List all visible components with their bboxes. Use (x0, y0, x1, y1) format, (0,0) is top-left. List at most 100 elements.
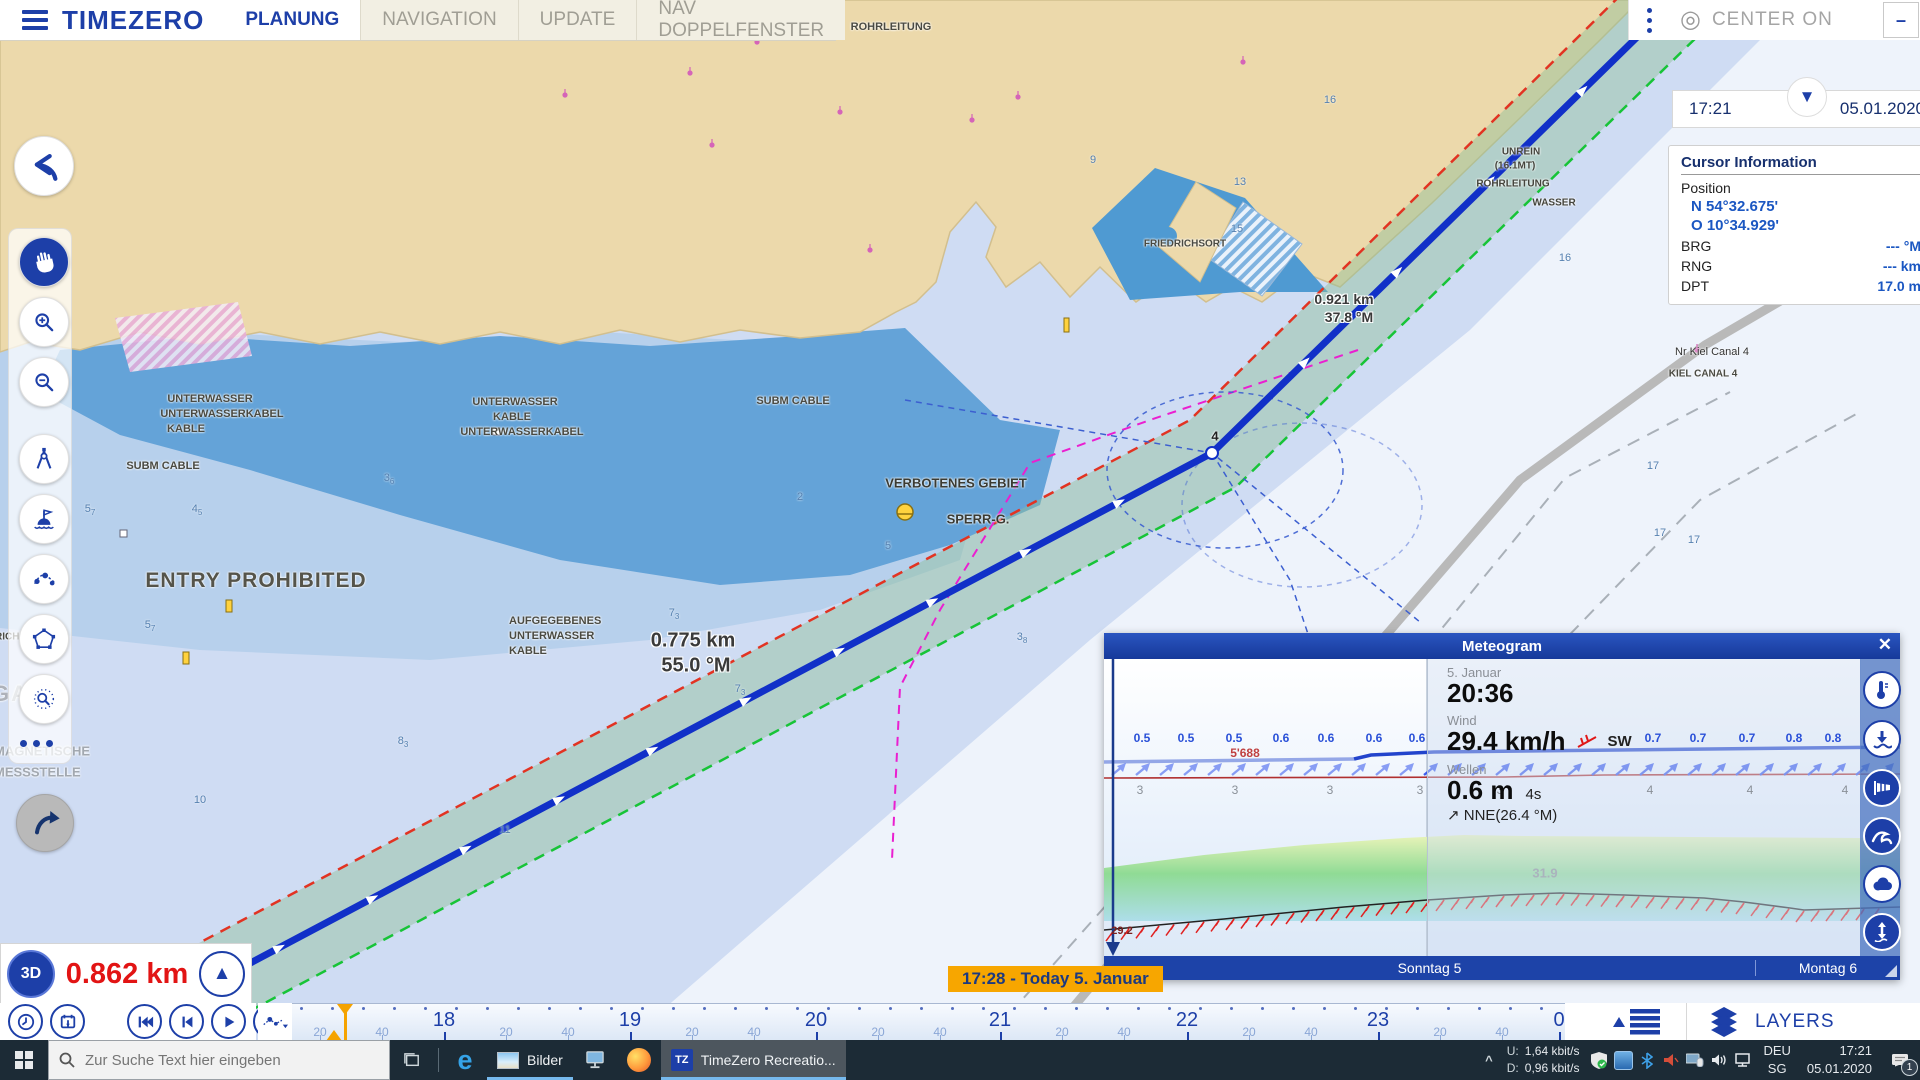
zoom-in-button[interactable] (19, 297, 69, 347)
wave-height-label: 0.5 (1178, 731, 1195, 745)
wave-height-label: 0.8 (1825, 731, 1842, 745)
zoom-out-button[interactable] (19, 357, 69, 407)
muted-audio-tray-icon[interactable] (1659, 1040, 1683, 1080)
play-button[interactable] (211, 1004, 246, 1039)
cloud-value: 31.9 (1532, 866, 1557, 881)
meteogram-chart[interactable]: 0.50.50.50.60.60.60.60.70.70.70.80.83333… (1104, 659, 1900, 956)
area-tool-button[interactable] (19, 614, 69, 664)
system-tray: ^ U:D: 1,64 kbit/s0,96 kbit/s DEUSG (1479, 1040, 1920, 1080)
clock-button[interactable] (8, 1004, 43, 1039)
timeline-source-select[interactable] (258, 1003, 292, 1040)
hamburger-menu-icon[interactable] (22, 10, 48, 30)
tab-update[interactable]: UPDATE (518, 0, 637, 40)
tab-planung[interactable]: PLANUNG (224, 0, 360, 40)
app-logo: TIMEZERO (62, 5, 204, 36)
wave-height-label: 0.7 (1690, 731, 1707, 745)
download-speed: 0,96 kbit/s (1525, 1060, 1580, 1077)
language-indicator[interactable]: DEUSG (1755, 1042, 1798, 1077)
search-tool-button[interactable] (19, 674, 69, 724)
orientation-button[interactable]: ▲ (199, 951, 245, 997)
mode-3d-button[interactable]: 3D (7, 950, 55, 998)
security-tray-icon[interactable] (1587, 1040, 1611, 1080)
route-tool-button[interactable] (19, 554, 69, 604)
tide-layer-button[interactable] (1863, 913, 1901, 951)
meteogram-layer-strip (1860, 659, 1900, 956)
hidden-icons-button[interactable]: ^ (1479, 1053, 1499, 1068)
wave-height-label: 0.5 (1134, 731, 1151, 745)
timeline-cursor-label: 17:28 - Today 5. Januar (948, 966, 1163, 992)
wave-height-label: 0.8 (1786, 731, 1803, 745)
minimize-button[interactable]: – (1883, 2, 1919, 38)
edge-button[interactable]: e (443, 1040, 487, 1080)
input-device-tray-icon[interactable] (1683, 1040, 1707, 1080)
polygon-icon (30, 625, 58, 653)
wave-height-label: 0.6 (1318, 731, 1335, 745)
remote-app-button[interactable] (573, 1040, 617, 1080)
timeline-hour-label: 23 (1367, 1009, 1389, 1032)
arrow-down-water-icon (1872, 729, 1892, 749)
cursor-info-panel: Cursor Information Position N 54°32.675'… (1668, 145, 1920, 305)
precipitation-layer-button[interactable] (1863, 720, 1901, 758)
timeline[interactable]: 1819202122230204020402040204020402040204… (292, 1003, 1565, 1041)
dpt-value: 17.0 m (1877, 278, 1920, 294)
taskbar-item-bilder[interactable]: Bilder (487, 1040, 573, 1080)
taskbar-item-timezero[interactable]: TZ TimeZero Recreatio... (661, 1040, 846, 1080)
bluetooth-tray-icon[interactable] (1635, 1040, 1659, 1080)
blue-app-icon (1614, 1051, 1633, 1070)
mark-tool-button[interactable] (19, 494, 69, 544)
tab-nav-doppelfenster[interactable]: NAV DOPPELFENSTER (636, 0, 845, 40)
step-back-button[interactable] (169, 1004, 204, 1039)
notification-center-button[interactable]: 1 (1880, 1040, 1920, 1080)
overflow-menu-icon[interactable] (1629, 8, 1666, 33)
meteogram-header[interactable]: Meteogram ✕ (1104, 633, 1900, 659)
wave-layer-button[interactable] (1863, 817, 1901, 855)
distance-value: 0.862 km (55, 958, 199, 991)
windows-logo-icon (15, 1051, 33, 1069)
search-input[interactable] (83, 1051, 357, 1070)
cursor-latitude: N 54°32.675' (1691, 198, 1920, 215)
close-icon[interactable]: ✕ (1878, 635, 1892, 655)
layers-button[interactable]: LAYERS (1707, 1007, 1835, 1037)
windows-taskbar: e Bilder TZ TimeZero Recreatio... ^ U:D:… (0, 1040, 1920, 1080)
tab-navigation[interactable]: NAVIGATION (360, 0, 517, 40)
share-button[interactable] (16, 794, 74, 852)
wave-icon (1871, 827, 1893, 845)
route-waypoint[interactable] (1206, 447, 1218, 459)
share-arrow-icon (29, 807, 61, 839)
tide-arrow-icon (1873, 922, 1891, 942)
skip-start-icon (136, 1013, 154, 1031)
app-tray-icon[interactable] (1611, 1040, 1635, 1080)
thermometer-icon (1873, 680, 1891, 700)
undo-button[interactable] (14, 136, 74, 196)
firefox-button[interactable] (617, 1040, 661, 1080)
taskbar-search[interactable] (48, 1040, 390, 1080)
network-speed-widget[interactable]: U:D: 1,64 kbit/s0,96 kbit/s (1499, 1043, 1588, 1077)
cloud-layer-button[interactable] (1863, 865, 1901, 903)
taskbar-clock[interactable]: 17:2105.01.2020 (1799, 1042, 1880, 1077)
datetime-dropdown-button[interactable]: ▼ (1787, 77, 1827, 117)
sperr-buoy-symbol[interactable] (897, 504, 913, 520)
network-tray-icon[interactable] (1731, 1040, 1755, 1080)
pan-tool-button[interactable] (19, 237, 69, 287)
target-icon: ◎ (1680, 8, 1702, 32)
keyboard-mouse-icon (1686, 1053, 1704, 1067)
skip-start-button[interactable] (127, 1004, 162, 1039)
volume-tray-icon[interactable] (1707, 1040, 1731, 1080)
dpt-label: DPT (1681, 278, 1709, 294)
timeline-list-button[interactable] (1613, 1009, 1660, 1035)
wave-period-label: 3 (1137, 783, 1144, 797)
timeline-hour-label: 21 (989, 1009, 1011, 1032)
measure-tool-button[interactable] (19, 434, 69, 484)
wave-period-label: 3 (1497, 783, 1504, 797)
calendar-icon (59, 1013, 77, 1031)
calendar-button[interactable] (50, 1004, 85, 1039)
monitor-icon (585, 1051, 605, 1069)
resize-grip[interactable] (1885, 965, 1897, 977)
more-tools-button[interactable] (20, 740, 53, 747)
wind-layer-button[interactable] (1863, 769, 1901, 807)
task-view-button[interactable] (390, 1040, 434, 1080)
temperature-layer-button[interactable] (1863, 671, 1901, 709)
start-button[interactable] (0, 1040, 48, 1080)
center-on-button[interactable]: ◎ CENTER ON (1666, 8, 1883, 32)
layers-icon (1707, 1007, 1741, 1037)
